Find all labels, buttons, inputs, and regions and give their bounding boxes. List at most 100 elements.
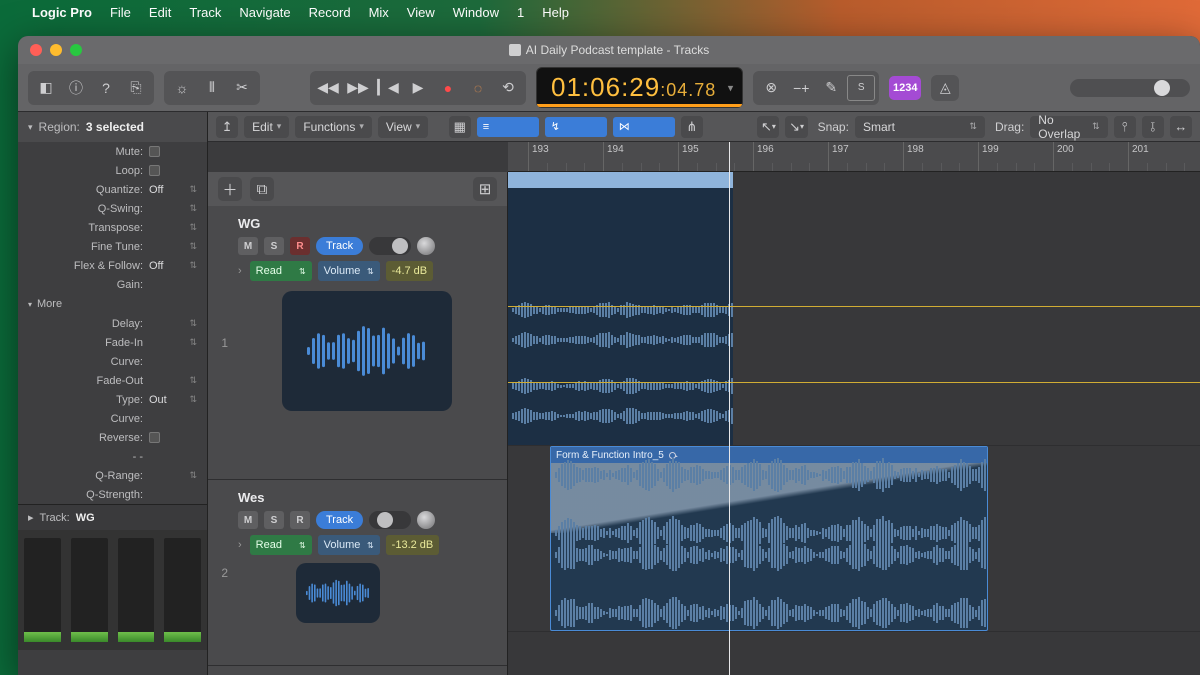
go-to-start-button[interactable]: ▎◀ bbox=[374, 75, 402, 101]
track-icon[interactable] bbox=[296, 563, 380, 623]
master-volume-slider[interactable] bbox=[1070, 79, 1190, 97]
record-enable-button[interactable]: R bbox=[290, 511, 310, 529]
automation-value[interactable]: -13.2 dB bbox=[386, 535, 440, 555]
app-menu[interactable]: Logic Pro bbox=[32, 5, 92, 20]
inspector-row[interactable]: Loop: bbox=[18, 161, 207, 180]
chevron-right-icon[interactable]: › bbox=[238, 539, 242, 551]
menu-edit[interactable]: Edit bbox=[149, 5, 171, 20]
inspector-row[interactable]: Gain: bbox=[18, 275, 207, 294]
region-header[interactable]: ▾ Region: 3 selected bbox=[18, 112, 207, 142]
drag-select[interactable]: No Overlap⇅ bbox=[1030, 116, 1107, 138]
track-automation-button[interactable]: Track bbox=[316, 511, 363, 529]
track-name[interactable]: WG bbox=[238, 216, 495, 231]
up-arrow-icon[interactable]: ↥ bbox=[216, 116, 238, 138]
inspector-button[interactable]: ⓘ bbox=[62, 75, 90, 101]
arrange-area[interactable]: 193194195196197198199200201202 Form & Fu… bbox=[508, 142, 1200, 675]
inspector-row[interactable]: Q-Strength: bbox=[18, 485, 207, 504]
playhead[interactable] bbox=[729, 142, 730, 675]
replace-button[interactable]: ⟲ bbox=[494, 75, 522, 101]
mixer-button[interactable]: ⫴ bbox=[198, 75, 226, 101]
menu-window[interactable]: Window bbox=[453, 5, 499, 20]
chevron-down-icon[interactable]: ▾ bbox=[728, 81, 735, 94]
master-tempo-button[interactable]: 1234 bbox=[889, 76, 921, 100]
global-tracks-button[interactable]: ⊞ bbox=[473, 177, 497, 201]
track-name[interactable]: Wes bbox=[238, 490, 495, 505]
count-in-button[interactable]: −+ bbox=[787, 75, 815, 101]
automation-mode-select[interactable]: Read⇅ bbox=[250, 535, 312, 555]
menu-mix[interactable]: Mix bbox=[369, 5, 389, 20]
inspector-row[interactable]: - - bbox=[18, 447, 207, 466]
meter[interactable] bbox=[164, 538, 201, 642]
track-icon[interactable] bbox=[282, 291, 452, 411]
track-lane[interactable]: Form & Function Intro_5 bbox=[508, 446, 1200, 632]
sync-button[interactable]: S bbox=[847, 75, 875, 101]
menu-navigate[interactable]: Navigate bbox=[239, 5, 290, 20]
track-inspector-header[interactable]: ▸ Track: WG bbox=[18, 504, 207, 530]
inspector-row[interactable]: Quantize:Off bbox=[18, 180, 207, 199]
menu-record[interactable]: Record bbox=[309, 5, 351, 20]
pointer-tool-icon[interactable]: ↖▾ bbox=[757, 116, 779, 138]
forward-button[interactable]: ▶▶ bbox=[344, 75, 372, 101]
library-button[interactable]: ◧ bbox=[32, 75, 60, 101]
audio-region-selected[interactable]: Form & Function Intro_5 bbox=[550, 446, 988, 631]
catch-icon[interactable]: ⋔ bbox=[681, 116, 703, 138]
toggle[interactable] bbox=[369, 237, 411, 255]
marquee-tool-icon[interactable]: ↘▾ bbox=[785, 116, 807, 138]
horizontal-zoom-icon[interactable]: ↔ bbox=[1170, 116, 1192, 138]
checkbox[interactable] bbox=[149, 146, 160, 157]
checkbox[interactable] bbox=[149, 432, 160, 443]
inspector-row[interactable]: Mute: bbox=[18, 142, 207, 161]
track-header[interactable]: 2 Wes M S R Track › Read⇅ Volume⇅ -13.2 … bbox=[208, 480, 507, 666]
quick-help-button[interactable]: ? bbox=[92, 75, 120, 101]
snap-select[interactable]: Smart⇅ bbox=[855, 116, 985, 138]
click-button[interactable]: ✎ bbox=[817, 75, 845, 101]
solo-button[interactable]: S bbox=[264, 511, 284, 529]
inspector-row[interactable]: Reverse: bbox=[18, 428, 207, 447]
meter[interactable] bbox=[71, 538, 108, 642]
view-menu[interactable]: View▾ bbox=[378, 116, 428, 138]
menu-1[interactable]: 1 bbox=[517, 5, 524, 20]
menu-help[interactable]: Help bbox=[542, 5, 569, 20]
record-button[interactable]: ● bbox=[434, 75, 462, 101]
automation-value[interactable]: -4.7 dB bbox=[386, 261, 433, 281]
grid-view-icon[interactable]: ▦ bbox=[449, 116, 471, 138]
pan-knob[interactable] bbox=[417, 237, 435, 255]
mute-button[interactable]: M bbox=[238, 237, 258, 255]
track-automation-button[interactable]: Track bbox=[316, 237, 363, 255]
meter[interactable] bbox=[118, 538, 155, 642]
track-header[interactable]: 3 Form & Function Intro_5 bbox=[208, 666, 507, 675]
smart-controls-button[interactable]: ☼ bbox=[168, 75, 196, 101]
rewind-button[interactable]: ◀◀ bbox=[314, 75, 342, 101]
waveform-zoom-icon[interactable]: ⫯ bbox=[1114, 116, 1136, 138]
flex-icon[interactable]: ⋈ bbox=[613, 117, 675, 137]
checkbox[interactable] bbox=[149, 165, 160, 176]
automation-param-select[interactable]: Volume⇅ bbox=[318, 261, 380, 281]
toggle[interactable] bbox=[369, 511, 411, 529]
audio-region[interactable] bbox=[508, 172, 733, 445]
more-disclosure[interactable]: ▾More bbox=[18, 294, 207, 314]
tuner-button[interactable]: ⊗ bbox=[757, 75, 785, 101]
meter[interactable] bbox=[24, 538, 61, 642]
track-header[interactable]: 1 WG M S R Track › Read⇅ Volume⇅ -4.7 dB bbox=[208, 206, 507, 480]
inspector-row[interactable]: Curve: bbox=[18, 409, 207, 428]
automation-param-select[interactable]: Volume⇅ bbox=[318, 535, 380, 555]
ruler[interactable]: 193194195196197198199200201202 bbox=[508, 142, 1200, 172]
mute-button[interactable]: M bbox=[238, 511, 258, 529]
inspector-row[interactable]: Curve: bbox=[18, 352, 207, 371]
lcd-display[interactable]: 01:06:29:04.78 ▾ bbox=[536, 67, 743, 108]
automation-mode-select[interactable]: Read⇅ bbox=[250, 261, 312, 281]
edit-menu[interactable]: Edit▾ bbox=[244, 116, 289, 138]
metronome-icon[interactable]: ◬ bbox=[931, 75, 959, 101]
inspector-row[interactable]: Fine Tune: bbox=[18, 237, 207, 256]
automation-icon[interactable]: ↯ bbox=[545, 117, 607, 137]
duplicate-track-button[interactable]: ⧉ bbox=[250, 177, 274, 201]
inspector-row[interactable]: Q-Swing: bbox=[18, 199, 207, 218]
solo-button[interactable]: S bbox=[264, 237, 284, 255]
inspector-row[interactable]: Fade-In bbox=[18, 333, 207, 352]
inspector-row[interactable]: Q-Range: bbox=[18, 466, 207, 485]
inspector-row[interactable]: Type:Out bbox=[18, 390, 207, 409]
cycle-button[interactable]: ◌ bbox=[464, 75, 492, 101]
menu-view[interactable]: View bbox=[407, 5, 435, 20]
pan-knob[interactable] bbox=[417, 511, 435, 529]
chevron-right-icon[interactable]: › bbox=[238, 265, 242, 277]
